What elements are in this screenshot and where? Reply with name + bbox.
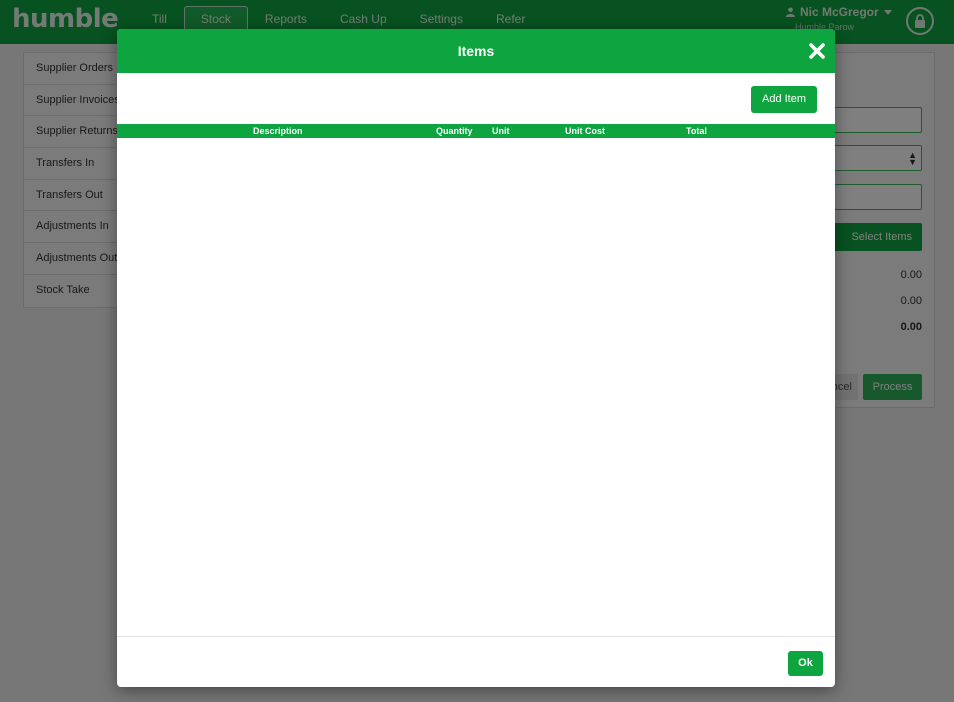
- modal-footer: Ok: [117, 636, 835, 687]
- ok-button[interactable]: Ok: [788, 651, 823, 676]
- close-icon: [809, 43, 825, 59]
- items-modal: Items Add Item Description Quantity Unit…: [117, 29, 835, 687]
- items-table-body: [117, 138, 835, 636]
- column-header-unit-cost: Unit Cost: [565, 126, 605, 136]
- column-header-unit: Unit: [492, 126, 510, 136]
- items-table-header: Description Quantity Unit Unit Cost Tota…: [117, 124, 835, 138]
- modal-header: Items: [117, 29, 835, 73]
- column-header-description: Description: [253, 126, 303, 136]
- add-item-button[interactable]: Add Item: [751, 86, 817, 113]
- column-header-total: Total: [686, 126, 707, 136]
- column-header-quantity: Quantity: [436, 126, 473, 136]
- modal-title: Items: [457, 43, 495, 59]
- close-button[interactable]: [807, 41, 827, 61]
